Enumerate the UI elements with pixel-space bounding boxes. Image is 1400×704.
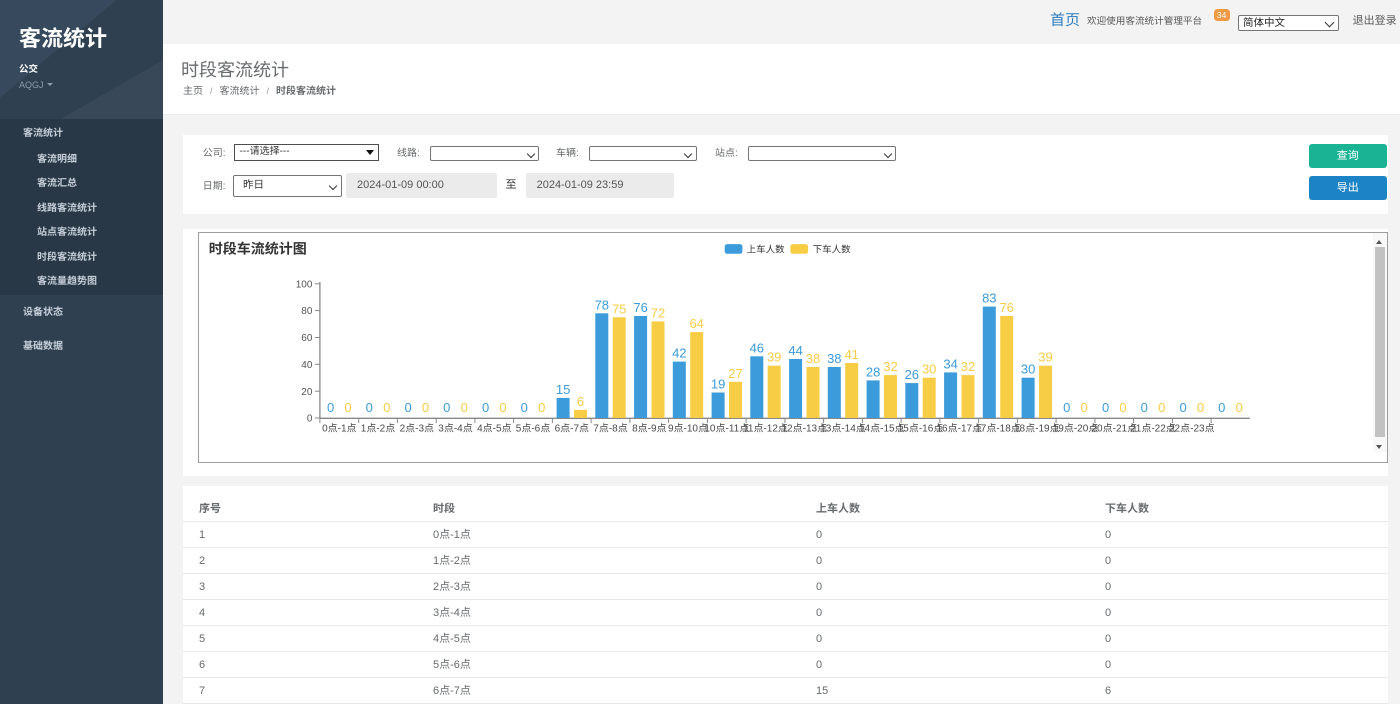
svg-text:6: 6: [576, 394, 583, 409]
svg-text:60: 60: [301, 333, 313, 344]
svg-text:0点-1点: 0点-1点: [322, 423, 356, 435]
svg-text:0: 0: [1196, 400, 1203, 415]
svg-text:2点-3点: 2点-3点: [399, 423, 433, 435]
svg-text:0: 0: [1235, 400, 1242, 415]
svg-text:0: 0: [1063, 400, 1070, 415]
svg-text:0: 0: [1080, 400, 1087, 415]
svg-text:0: 0: [421, 400, 428, 415]
svg-text:0: 0: [520, 400, 527, 415]
svg-text:30: 30: [922, 362, 936, 377]
svg-text:46: 46: [749, 340, 763, 355]
svg-text:38: 38: [805, 351, 819, 366]
svg-text:0: 0: [1158, 400, 1165, 415]
svg-text:15: 15: [555, 382, 569, 397]
svg-text:0: 0: [499, 400, 506, 415]
svg-text:上车人数: 上车人数: [746, 244, 785, 256]
svg-text:76: 76: [999, 300, 1013, 315]
svg-text:26: 26: [904, 367, 918, 382]
svg-text:80: 80: [301, 306, 313, 317]
svg-text:41: 41: [844, 347, 858, 362]
svg-text:20: 20: [301, 387, 313, 398]
svg-text:39: 39: [1038, 350, 1052, 365]
svg-text:0: 0: [443, 400, 450, 415]
svg-text:0: 0: [327, 400, 334, 415]
svg-text:75: 75: [612, 301, 626, 316]
svg-text:0: 0: [1179, 400, 1186, 415]
svg-text:0: 0: [306, 414, 312, 425]
svg-text:28: 28: [865, 365, 879, 380]
svg-text:5点-6点: 5点-6点: [515, 423, 549, 435]
svg-text:64: 64: [689, 316, 703, 331]
svg-text:0: 0: [365, 400, 372, 415]
svg-text:0: 0: [1140, 400, 1147, 415]
svg-text:下车人数: 下车人数: [812, 244, 851, 256]
svg-text:0: 0: [1119, 400, 1126, 415]
svg-text:30: 30: [1020, 362, 1034, 377]
svg-text:0: 0: [538, 400, 545, 415]
svg-text:19: 19: [710, 377, 724, 392]
svg-text:42: 42: [672, 346, 686, 361]
svg-text:34: 34: [943, 357, 957, 372]
svg-text:0: 0: [1218, 400, 1225, 415]
svg-text:0: 0: [383, 400, 390, 415]
svg-text:32: 32: [960, 359, 974, 374]
svg-text:7点-8点: 7点-8点: [593, 423, 627, 435]
svg-text:27: 27: [728, 366, 742, 381]
svg-text:4点-5点: 4点-5点: [477, 423, 511, 435]
svg-text:1点-2点: 1点-2点: [360, 423, 394, 435]
svg-text:40: 40: [301, 360, 313, 371]
svg-text:0: 0: [344, 400, 351, 415]
svg-text:38: 38: [827, 351, 841, 366]
svg-text:0: 0: [482, 400, 489, 415]
svg-text:83: 83: [982, 291, 996, 306]
svg-text:22点-23点: 22点-23点: [1169, 423, 1215, 435]
svg-text:3点-4点: 3点-4点: [438, 423, 472, 435]
svg-text:8点-9点: 8点-9点: [632, 423, 666, 435]
svg-text:0: 0: [1102, 400, 1109, 415]
svg-text:时段车流统计图: 时段车流统计图: [208, 241, 306, 257]
svg-text:32: 32: [883, 359, 897, 374]
svg-text:72: 72: [650, 306, 664, 321]
svg-text:44: 44: [788, 343, 802, 358]
svg-text:78: 78: [594, 297, 608, 312]
svg-text:100: 100: [295, 280, 312, 291]
svg-text:39: 39: [767, 350, 781, 365]
svg-text:9点-10点: 9点-10点: [668, 423, 708, 435]
svg-text:0: 0: [404, 400, 411, 415]
svg-text:6点-7点: 6点-7点: [554, 423, 588, 435]
svg-text:76: 76: [633, 300, 647, 315]
svg-text:0: 0: [460, 400, 467, 415]
